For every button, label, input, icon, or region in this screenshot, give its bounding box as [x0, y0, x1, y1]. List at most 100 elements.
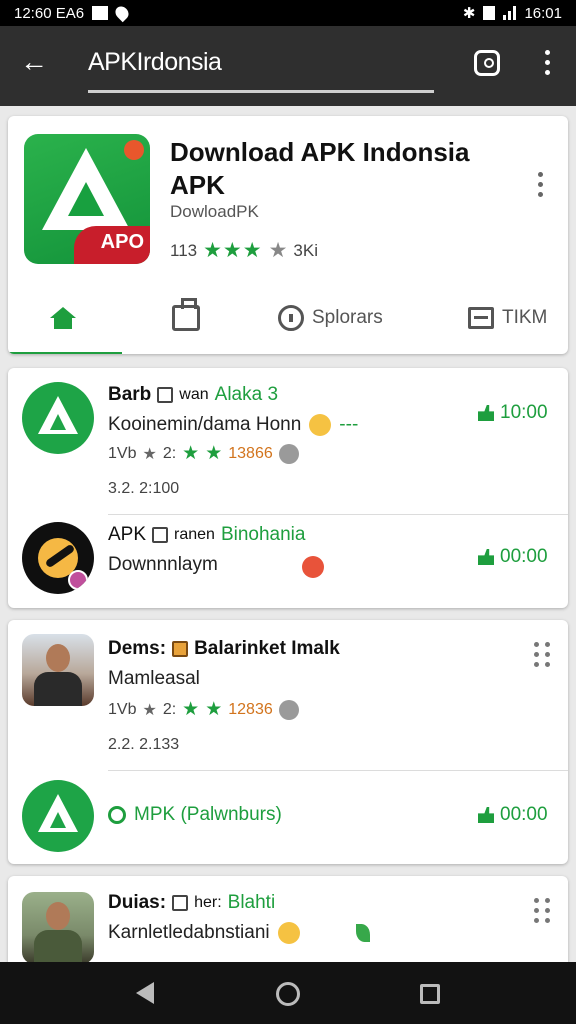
signal-icon: [503, 6, 517, 20]
app-header-card: APO Download APK Indonsia APK DowloadPK …: [8, 116, 568, 354]
post-time[interactable]: 00:00: [478, 546, 548, 568]
drag-handle-icon[interactable]: [534, 898, 551, 923]
star-icon: ★: [182, 699, 200, 720]
badge-icon: [124, 140, 144, 160]
post-version: 3.2. 2:100: [108, 480, 180, 497]
post-author[interactable]: Dems:: [108, 638, 166, 660]
post-author[interactable]: Duias:: [108, 892, 166, 914]
leaf-icon: [356, 924, 370, 942]
rating-count: 113: [170, 240, 198, 260]
app-rating: 113 ★★★ ★ 3Ki: [170, 238, 318, 263]
post-header: Barb wan Alaka 3: [108, 384, 278, 406]
post-meta: ranen: [174, 526, 215, 543]
post-header: Dems: Balarinket Imalk: [108, 638, 340, 660]
post-header: APK ranen Binohania: [108, 524, 305, 546]
recent-apps-icon[interactable]: [420, 984, 440, 1004]
edit-icon: [152, 527, 169, 543]
rating-stars: ★★★: [203, 239, 263, 262]
app-title: Download APK Indonsia APK: [170, 137, 470, 200]
post-stats: 1Vb ★ 2: ★ ★ 13866: [108, 442, 299, 465]
post-meta: her:: [194, 894, 222, 911]
star-empty-icon: ★: [268, 239, 288, 262]
avatar[interactable]: [22, 522, 94, 594]
angry-emoji-icon: [302, 556, 324, 578]
post-text[interactable]: MPK (Palwnburs): [108, 804, 282, 826]
status-bar: 12:60 EA6 ✱ 16:01: [0, 0, 576, 26]
stats-count: 12836: [228, 700, 273, 718]
more-vertical-icon[interactable]: [536, 50, 558, 78]
star-icon: ★: [205, 443, 223, 464]
app-developer[interactable]: DowloadPK: [170, 202, 259, 222]
post-version: 2.2. 2.133: [108, 736, 180, 753]
coin-icon: [278, 443, 299, 464]
tab-store[interactable]: [172, 298, 208, 336]
post-tag[interactable]: Alaka 3: [215, 384, 278, 406]
post-author[interactable]: APK: [108, 524, 146, 546]
tab-home[interactable]: [50, 300, 84, 336]
status-time: 12:60 EA6: [14, 4, 85, 22]
chat-bubble-icon: [278, 305, 304, 331]
star-icon: ★: [182, 443, 200, 464]
app-icon[interactable]: APO: [24, 134, 150, 264]
dash-icon: ---: [339, 414, 359, 435]
post-text: Karnletledabnstiani: [108, 922, 300, 944]
shopping-bag-icon: [172, 298, 200, 331]
post-header: Duias: her: Blahti: [108, 892, 275, 914]
stats-count: 13866: [228, 444, 273, 462]
home-icon: [50, 307, 76, 329]
emoji-icon: [309, 414, 332, 436]
document-icon: [172, 895, 189, 911]
post-author[interactable]: Barb: [108, 384, 151, 406]
post-tag[interactable]: Balarinket Imalk: [194, 638, 340, 660]
post-text: Downnnlaym: [108, 554, 218, 575]
avatar[interactable]: [22, 780, 94, 852]
star-icon: ★: [205, 699, 223, 720]
tab-bar: Splorars TIKM: [8, 284, 568, 354]
thumbs-up-icon: [478, 807, 494, 823]
star-icon: ★: [142, 701, 157, 719]
thumbs-up-icon: [478, 549, 494, 565]
divider: [108, 514, 568, 515]
star-icon: ★: [142, 445, 157, 463]
avatar[interactable]: [22, 634, 94, 706]
more-vertical-icon[interactable]: [538, 172, 543, 197]
rating-extra: 3Ki: [293, 240, 318, 260]
chat-icon: [108, 806, 126, 824]
search-query[interactable]: APKIrdonsia: [88, 48, 222, 77]
divider: [108, 770, 568, 771]
feed-card: Barb wan Alaka 3 Kooinemin/dama Honn ---…: [8, 368, 568, 608]
home-circle-icon[interactable]: [276, 982, 300, 1006]
coin-icon: [278, 699, 299, 720]
back-icon[interactable]: [136, 982, 154, 1004]
badge-icon: [172, 641, 189, 657]
search-icon[interactable]: [474, 50, 500, 76]
post-time[interactable]: 10:00: [478, 402, 548, 424]
bluetooth-icon: ✱: [462, 5, 476, 22]
feed-card: Dems: Balarinket Imalk Mamleasal 1Vb ★ 2…: [8, 620, 568, 864]
box-icon: [468, 307, 494, 329]
location-icon: [112, 3, 132, 23]
arrow-left-icon[interactable]: ←: [20, 48, 48, 76]
avatar[interactable]: [22, 892, 94, 964]
avatar[interactable]: [22, 382, 94, 454]
vibrate-icon: [483, 6, 496, 20]
status-clock: 16:01: [524, 4, 562, 22]
mail-icon: [92, 6, 109, 20]
tab-label: Splorars: [312, 307, 383, 328]
post-tag[interactable]: Binohania: [221, 524, 306, 546]
thumbs-up-icon: [478, 405, 494, 421]
post-stats: 1Vb ★ 2: ★ ★ 12836: [108, 698, 299, 721]
tab-splorars[interactable]: Splorars: [278, 300, 383, 336]
post-time[interactable]: 00:00: [478, 804, 548, 826]
tab-tikm[interactable]: TIKM: [468, 300, 547, 336]
post-text: Mamleasal: [108, 668, 200, 689]
post-tag[interactable]: Blahti: [228, 892, 276, 914]
post-meta: wan: [179, 386, 209, 403]
drag-handle-icon[interactable]: [534, 642, 551, 667]
search-underline: [88, 90, 434, 93]
app-icon-badge: APO: [100, 231, 144, 253]
tab-label: TIKM: [502, 307, 548, 328]
system-nav-bar: [0, 962, 576, 1024]
post-text: Kooinemin/dama Honn ---: [108, 414, 359, 436]
emoji-icon: [277, 922, 300, 944]
